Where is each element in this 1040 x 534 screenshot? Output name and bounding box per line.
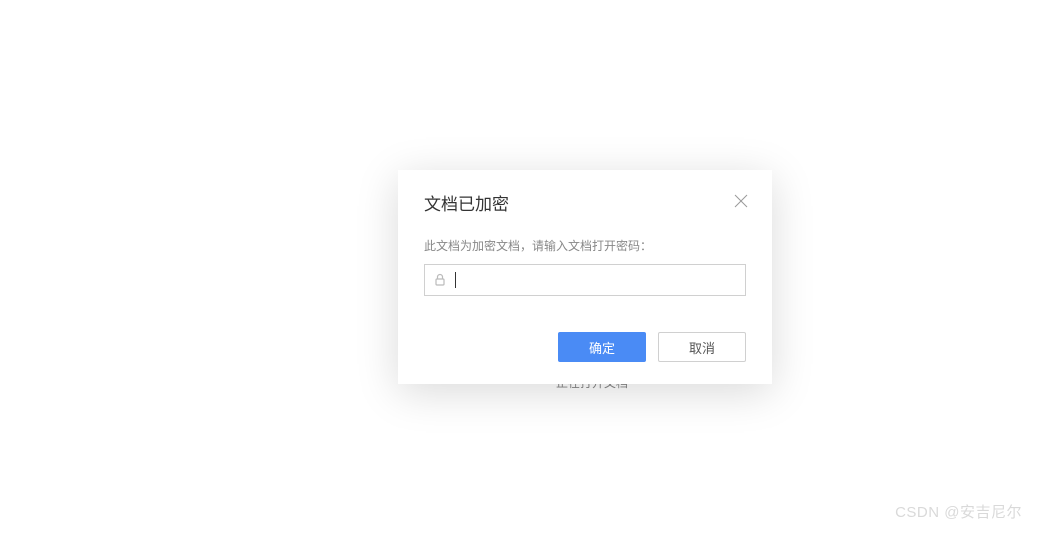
confirm-button[interactable]: 确定 [558, 332, 646, 362]
cancel-button[interactable]: 取消 [658, 332, 746, 362]
encrypted-document-dialog: 文档已加密 此文档为加密文档，请输入文档打开密码： 确定 取消 [398, 170, 772, 384]
dialog-header: 文档已加密 [424, 190, 746, 215]
dialog-title: 文档已加密 [424, 190, 509, 215]
password-prompt-label: 此文档为加密文档，请输入文档打开密码： [424, 237, 746, 254]
lock-icon [433, 273, 447, 287]
close-icon[interactable] [734, 194, 748, 208]
watermark: CSDN @安吉尼尔 [895, 501, 1022, 522]
password-input-wrapper[interactable] [424, 264, 746, 296]
text-cursor [455, 272, 456, 288]
password-input[interactable] [453, 265, 737, 295]
dialog-footer: 确定 取消 [424, 332, 746, 362]
